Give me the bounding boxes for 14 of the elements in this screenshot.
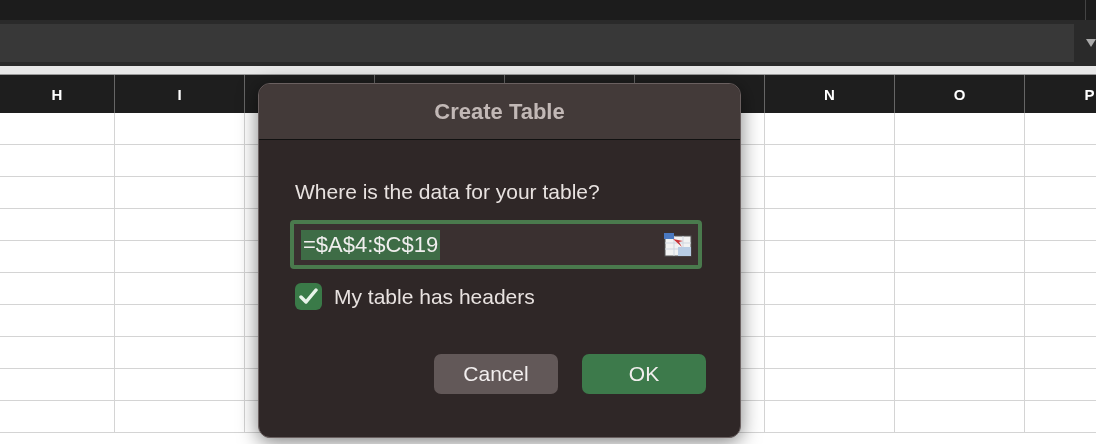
column-header[interactable]: I [177,85,182,103]
column-header[interactable]: N [824,85,835,103]
prompt-text: Where is the data for your table? [295,180,601,204]
ok-button[interactable]: OK [582,354,706,394]
caret-icon[interactable] [1086,39,1096,47]
column-header[interactable]: O [953,85,966,103]
checkbox[interactable] [295,283,322,310]
dialog-title: Create Table [259,84,740,140]
range-field[interactable]: =$A$4:$C$19 [290,220,702,269]
column-header[interactable]: H [51,85,63,103]
checkbox-label: My table has headers [334,284,535,309]
range-picker-icon[interactable] [664,232,692,257]
cancel-button[interactable]: Cancel [434,354,558,394]
column-header[interactable]: P [1084,85,1095,103]
